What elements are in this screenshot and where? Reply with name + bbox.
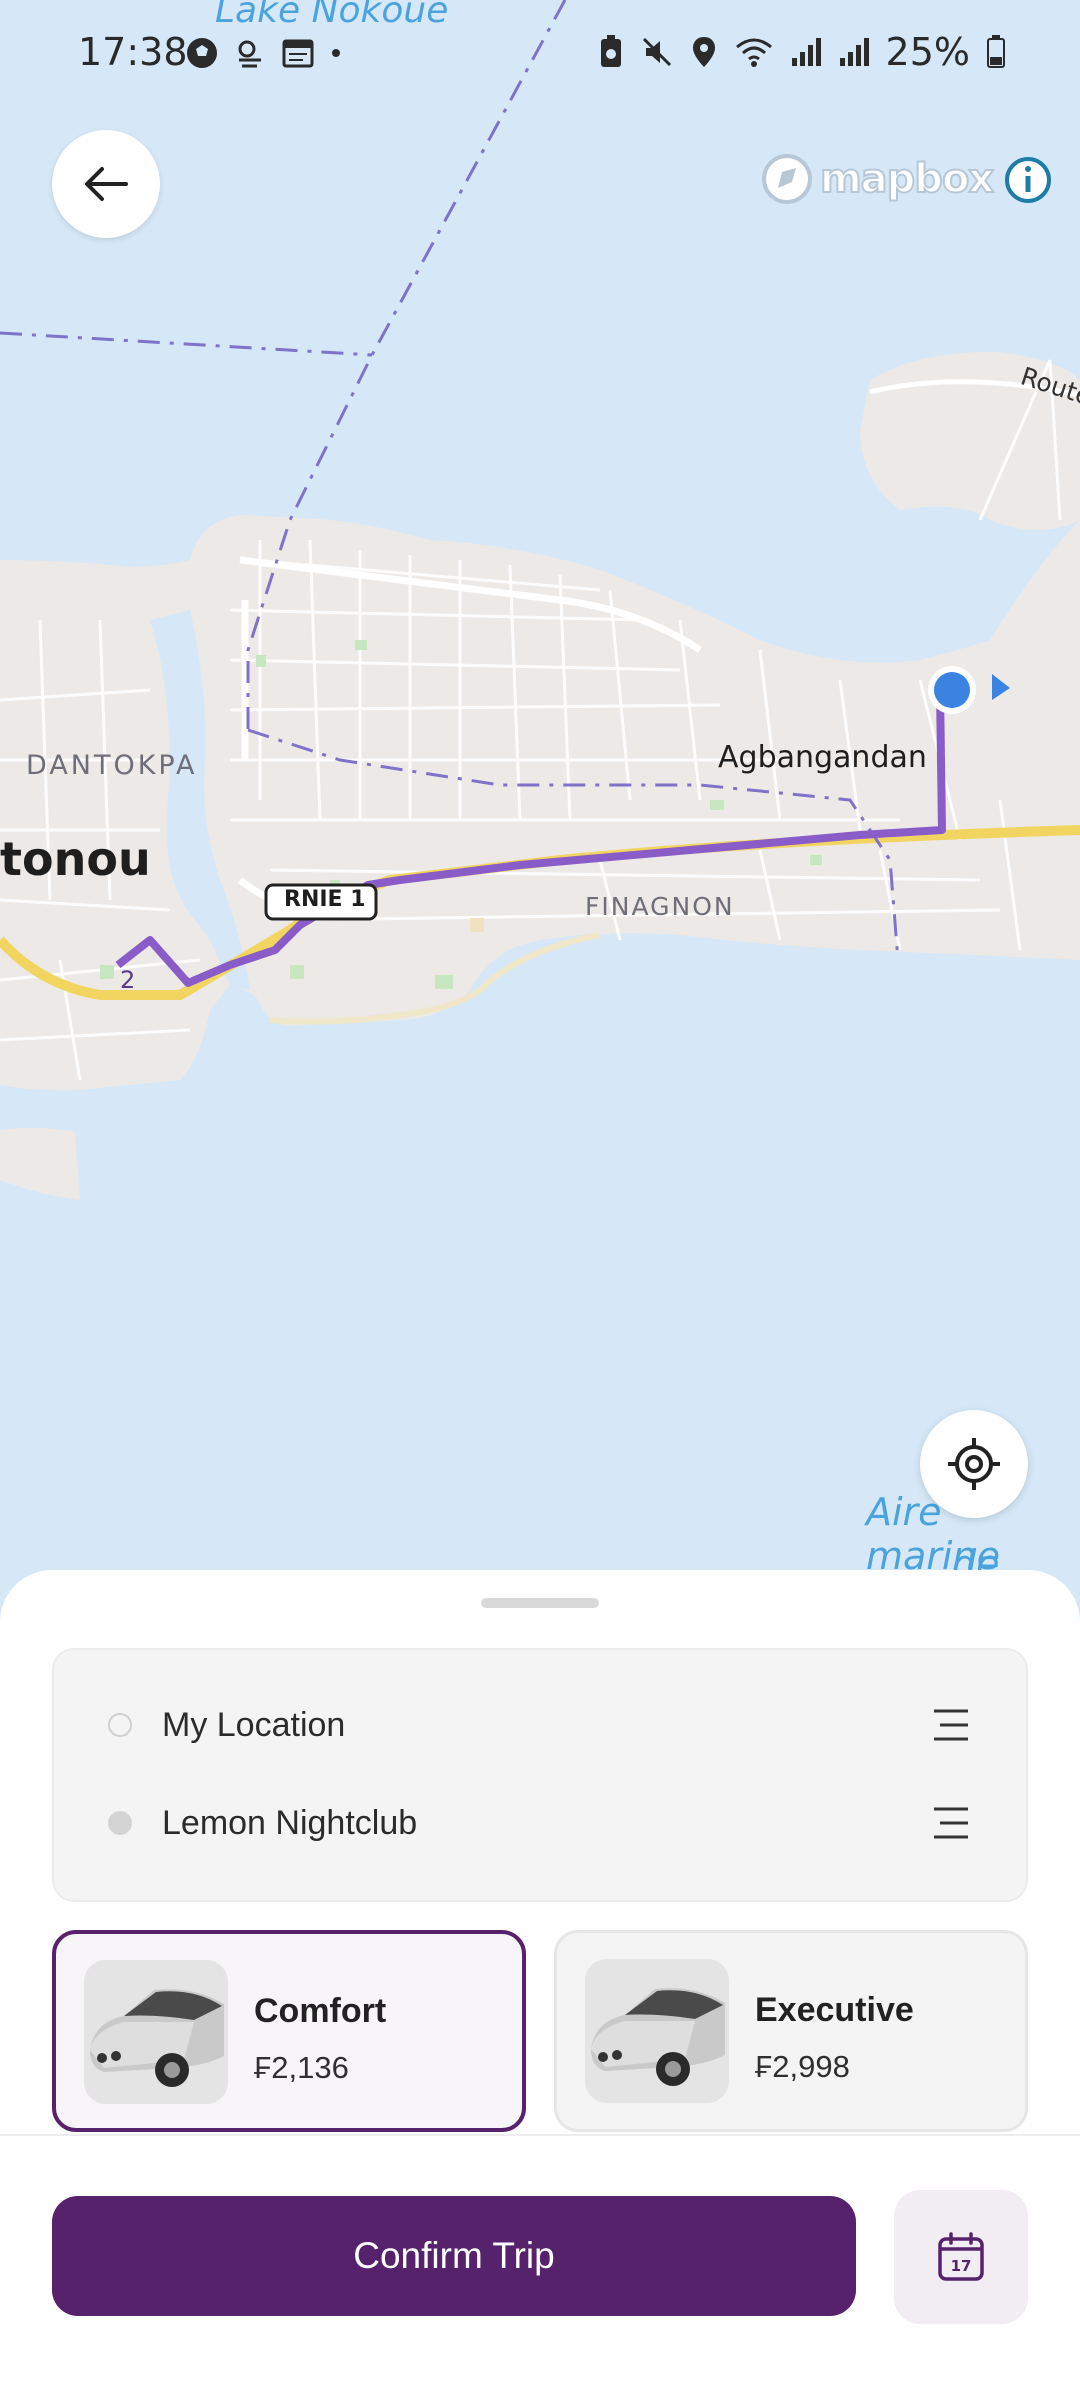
ride-name: Executive bbox=[755, 1991, 914, 2029]
map-label-agbangandan: Agbangandan bbox=[718, 740, 927, 775]
map-view[interactable] bbox=[0, 0, 1080, 1620]
map-label-city: tonou bbox=[0, 832, 151, 886]
car-image bbox=[585, 1959, 729, 2103]
origin-label: My Location bbox=[162, 1705, 346, 1744]
status-time: 17:38 bbox=[78, 30, 188, 74]
battery-percent: 25% bbox=[885, 30, 970, 74]
mapbox-wordmark: mapbox bbox=[819, 155, 995, 203]
signal-icon bbox=[791, 38, 821, 66]
destination-label: Lemon Nightclub bbox=[162, 1803, 418, 1842]
location-icon bbox=[692, 37, 715, 67]
reorder-icon[interactable] bbox=[932, 1805, 970, 1841]
status-right-icons: 25% bbox=[598, 30, 1006, 74]
wifi-icon bbox=[735, 38, 772, 67]
battery-saver-icon bbox=[600, 35, 621, 67]
ride-option-executive[interactable]: Executive ₣2,998 bbox=[554, 1930, 1028, 2132]
origin-dot-icon bbox=[108, 1713, 132, 1737]
confirm-trip-button[interactable]: Confirm Trip bbox=[52, 2196, 856, 2316]
sheet-drag-handle[interactable] bbox=[481, 1598, 599, 1608]
route-waypoint-label: 2 bbox=[120, 966, 136, 994]
sheet-divider bbox=[0, 2134, 1080, 2136]
crosshair-icon bbox=[948, 1438, 1000, 1490]
ride-name: Comfort bbox=[254, 1992, 387, 2030]
map-label-finagnon: FINAGNON bbox=[585, 892, 735, 921]
ride-price: ₣2,136 bbox=[254, 2050, 349, 2085]
calendar-icon: 17 bbox=[938, 2232, 984, 2281]
info-icon[interactable] bbox=[1003, 155, 1053, 205]
signal-icon bbox=[839, 38, 869, 66]
map-label-dantokpa: DANTOKPA bbox=[26, 750, 198, 781]
mapbox-mark-icon bbox=[762, 154, 812, 204]
status-left-icons bbox=[185, 36, 343, 70]
trip-locations-box: My Location Lemon Nightclub bbox=[52, 1648, 1028, 1902]
mapbox-logo[interactable]: mapbox bbox=[760, 152, 995, 206]
mute-icon bbox=[642, 37, 671, 67]
origin-row[interactable]: My Location bbox=[54, 1680, 1026, 1770]
arrow-left-icon bbox=[85, 167, 128, 201]
soccer-ball-icon bbox=[187, 38, 217, 68]
reorder-icon[interactable] bbox=[932, 1707, 970, 1743]
trip-bottom-sheet: My Location Lemon Nightclub Comfort ₣2,1… bbox=[0, 1570, 1080, 2400]
destination-dot-icon bbox=[108, 1811, 132, 1835]
weather-icon bbox=[238, 40, 261, 68]
destination-row[interactable]: Lemon Nightclub bbox=[54, 1778, 1026, 1868]
ride-option-comfort[interactable]: Comfort ₣2,136 bbox=[52, 1930, 526, 2132]
back-button[interactable] bbox=[52, 130, 160, 238]
road-shield-label: RNIE 1 bbox=[284, 887, 366, 912]
ride-price: ₣2,998 bbox=[755, 2049, 850, 2084]
schedule-trip-button[interactable]: 17 bbox=[894, 2190, 1028, 2324]
car-image bbox=[84, 1960, 228, 2104]
calendar-day: 17 bbox=[951, 2257, 972, 2275]
recenter-location-button[interactable] bbox=[920, 1410, 1028, 1518]
status-bar: 17:38 25% bbox=[0, 0, 1080, 110]
calendar-icon bbox=[282, 39, 314, 68]
dot-icon bbox=[332, 49, 340, 57]
battery-icon bbox=[987, 35, 1005, 68]
